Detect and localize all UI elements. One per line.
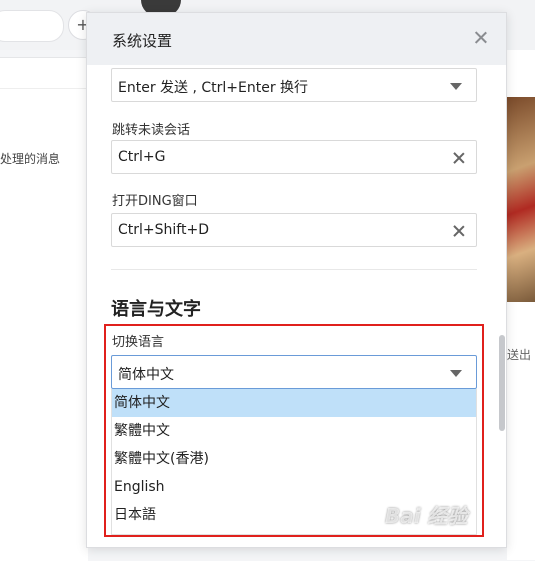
chat-image	[507, 97, 535, 302]
clear-icon[interactable]	[452, 224, 466, 238]
watermark-logo: Bai 经验	[385, 504, 468, 528]
open-ding-shortcut-value: Ctrl+Shift+D	[118, 222, 209, 238]
conversation-panel	[0, 57, 88, 561]
language-option-traditional-chinese-hk[interactable]: 繁體中文(香港)	[112, 445, 476, 473]
unread-jump-shortcut-value: Ctrl+G	[118, 149, 166, 165]
conversation-preview-text: 处理的消息	[0, 152, 61, 166]
close-icon[interactable]	[472, 29, 490, 47]
send-shortcut-value: Enter 发送 , Ctrl+Enter 换行	[118, 80, 309, 96]
clear-icon[interactable]	[452, 151, 466, 165]
send-shortcut-select[interactable]: Enter 发送 , Ctrl+Enter 换行	[111, 68, 477, 102]
language-option-english[interactable]: English	[112, 473, 476, 501]
chevron-down-icon[interactable]	[450, 83, 462, 90]
unread-jump-label: 跳转未读会话	[112, 123, 191, 138]
language-select-value: 简体中文	[118, 367, 174, 383]
chat-text: 送出	[507, 348, 532, 362]
settings-dialog: 系统设置 Enter 发送 , Ctrl+Enter 换行 跳转未读会话 Ctr…	[86, 12, 507, 548]
scrollbar[interactable]	[499, 335, 505, 431]
language-section-title: 语言与文字	[111, 299, 201, 320]
dialog-title: 系统设置	[112, 32, 173, 50]
open-ding-shortcut-field[interactable]: Ctrl+Shift+D	[111, 213, 477, 247]
open-ding-label: 打开DING窗口	[112, 194, 198, 209]
language-option-simplified-chinese[interactable]: 简体中文	[112, 389, 476, 417]
dialog-header: 系统设置	[87, 13, 506, 65]
language-option-traditional-chinese[interactable]: 繁體中文	[112, 417, 476, 445]
search-input[interactable]	[0, 10, 64, 42]
unread-jump-shortcut-field[interactable]: Ctrl+G	[111, 140, 477, 174]
divider	[0, 88, 88, 89]
chevron-down-icon[interactable]	[450, 370, 462, 377]
language-select[interactable]: 简体中文	[111, 355, 477, 389]
section-divider	[111, 269, 477, 270]
switch-language-label: 切换语言	[112, 335, 165, 350]
